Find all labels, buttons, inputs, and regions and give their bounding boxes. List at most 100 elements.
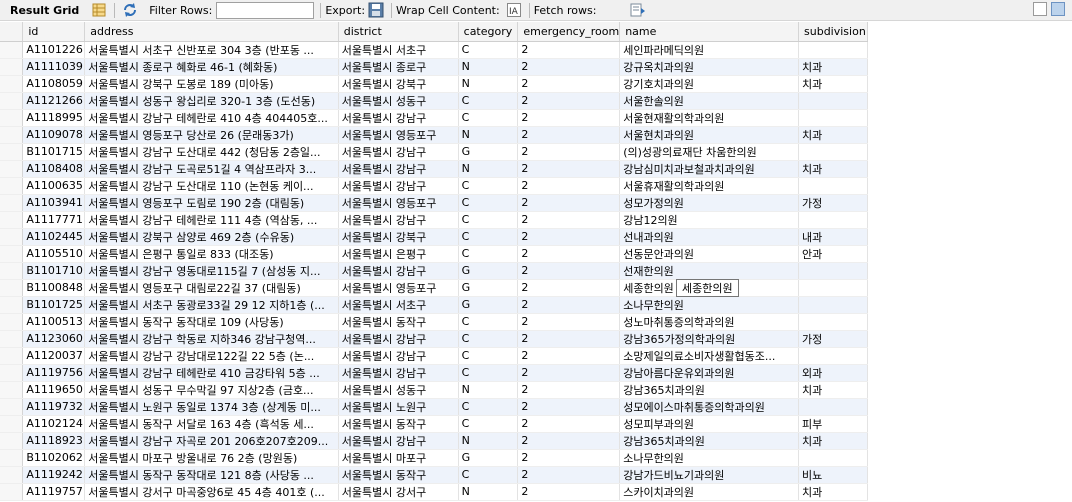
cell-category[interactable]: C bbox=[458, 194, 519, 212]
cell-district[interactable]: 서울특별시 강남구 bbox=[338, 211, 459, 229]
cell-address[interactable]: 서울특별시 동작구 동작대로 109 (사당동) bbox=[84, 313, 339, 331]
cell-emergency-room[interactable]: 2 bbox=[517, 245, 621, 263]
table-row[interactable]: A1119756 서울특별시 강남구 테헤란로 410 금강타워 5층 ... 서울… bbox=[0, 364, 868, 382]
cell-name[interactable]: 성노마취통증의학과의원 bbox=[619, 313, 800, 331]
cell-id[interactable]: A1123060 bbox=[22, 330, 86, 348]
cell-subdivision[interactable] bbox=[798, 296, 868, 314]
cell-emergency-room[interactable]: 2 bbox=[517, 313, 621, 331]
cell-address[interactable]: 서울특별시 강남구 학동로 지하346 강남구청역... bbox=[84, 330, 339, 348]
cell-id[interactable]: A1101226 bbox=[22, 41, 86, 59]
cell-address[interactable]: 서울특별시 동작구 서달로 163 4층 (흑석동 세... bbox=[84, 415, 339, 433]
cell-district[interactable]: 서울특별시 서초구 bbox=[338, 296, 459, 314]
cell-subdivision[interactable]: 가정 bbox=[798, 194, 868, 212]
cell-category[interactable]: N bbox=[458, 126, 519, 144]
refresh-icon[interactable] bbox=[122, 2, 138, 18]
row-selector[interactable] bbox=[0, 177, 24, 195]
cell-name[interactable]: 강남365치과의원 bbox=[619, 381, 800, 399]
cell-emergency-room[interactable]: 2 bbox=[517, 75, 621, 93]
cell-name[interactable]: 서울휴재활의학과의원 bbox=[619, 177, 800, 195]
row-selector[interactable] bbox=[0, 466, 24, 484]
cell-category[interactable]: C bbox=[458, 92, 519, 110]
cell-emergency-room[interactable]: 2 bbox=[517, 483, 621, 501]
cell-district[interactable]: 서울특별시 강북구 bbox=[338, 75, 459, 93]
cell-district[interactable]: 서울특별시 영등포구 bbox=[338, 279, 459, 297]
cell-subdivision[interactable]: 비뇨 bbox=[798, 466, 868, 484]
cell-address[interactable]: 서울특별시 성동구 왕십리로 320-1 3층 (도선동) bbox=[84, 92, 339, 110]
row-selector[interactable] bbox=[0, 347, 24, 365]
cell-address[interactable]: 서울특별시 영등포구 당산로 26 (문래동3가) bbox=[84, 126, 339, 144]
row-selector[interactable] bbox=[0, 262, 24, 280]
cell-district[interactable]: 서울특별시 동작구 bbox=[338, 313, 459, 331]
cell-id[interactable]: A1103941 bbox=[22, 194, 86, 212]
row-selector[interactable] bbox=[0, 313, 24, 331]
cell-name[interactable]: 서울한솔의원 bbox=[619, 92, 800, 110]
row-selector[interactable] bbox=[0, 126, 24, 144]
cell-address[interactable]: 서울특별시 강남구 테헤란로 410 4층 404405호... bbox=[84, 109, 339, 127]
cell-category[interactable]: C bbox=[458, 177, 519, 195]
cell-subdivision[interactable]: 가정 bbox=[798, 330, 868, 348]
table-row[interactable]: A1103941 서울특별시 영등포구 도림로 190 2층 (대림동) 서울특별시… bbox=[0, 194, 868, 212]
cell-name[interactable]: 성모피부과의원 bbox=[619, 415, 800, 433]
cell-id[interactable]: A1120037 bbox=[22, 347, 86, 365]
cell-subdivision[interactable]: 외과 bbox=[798, 364, 868, 382]
cell-district[interactable]: 서울특별시 동작구 bbox=[338, 466, 459, 484]
cell-address[interactable]: 서울특별시 노원구 동일로 1374 3층 (상계동 미... bbox=[84, 398, 339, 416]
table-row[interactable]: A1101226 서울특별시 서초구 신반포로 304 3층 (반포동 ... 서울… bbox=[0, 41, 868, 59]
table-row[interactable]: A1119732 서울특별시 노원구 동일로 1374 3층 (상계동 미... 서… bbox=[0, 398, 868, 416]
cell-emergency-room[interactable]: 2 bbox=[517, 143, 621, 161]
cell-district[interactable]: 서울특별시 노원구 bbox=[338, 398, 459, 416]
cell-district[interactable]: 서울특별시 강남구 bbox=[338, 330, 459, 348]
cell-address[interactable]: 서울특별시 서초구 신반포로 304 3층 (반포동 ... bbox=[84, 41, 339, 59]
row-selector[interactable] bbox=[0, 415, 24, 433]
cell-category[interactable]: C bbox=[458, 211, 519, 229]
cell-emergency-room[interactable]: 2 bbox=[517, 364, 621, 382]
cell-category[interactable]: N bbox=[458, 160, 519, 178]
cell-name[interactable]: 소나무한의원 bbox=[619, 449, 800, 467]
cell-address[interactable]: 서울특별시 종로구 혜화로 46-1 (혜화동) bbox=[84, 58, 339, 76]
table-row[interactable]: A1118995 서울특별시 강남구 테헤란로 410 4층 404405호...… bbox=[0, 109, 868, 127]
row-selector[interactable] bbox=[0, 432, 24, 450]
cell-subdivision[interactable] bbox=[798, 211, 868, 229]
cell-emergency-room[interactable]: 2 bbox=[517, 279, 621, 297]
cell-address[interactable]: 서울특별시 강서구 마곡중앙6로 45 4층 401호 (... bbox=[84, 483, 339, 501]
cell-name[interactable]: 강남12의원 bbox=[619, 211, 800, 229]
cell-name[interactable]: 강남365가정의학과의원 bbox=[619, 330, 800, 348]
cell-subdivision[interactable] bbox=[798, 279, 868, 297]
cell-name[interactable]: 성모에이스마취통증의학과의원 bbox=[619, 398, 800, 416]
cell-subdivision[interactable] bbox=[798, 92, 868, 110]
cell-address[interactable]: 서울특별시 강남구 강남대로122길 22 5층 (논... bbox=[84, 347, 339, 365]
cell-name[interactable]: 서울현치과의원 bbox=[619, 126, 800, 144]
column-header-subdivision[interactable]: subdivision bbox=[798, 22, 868, 42]
cell-emergency-room[interactable]: 2 bbox=[517, 449, 621, 467]
cell-id[interactable]: A1119732 bbox=[22, 398, 86, 416]
cell-district[interactable]: 서울특별시 강남구 bbox=[338, 160, 459, 178]
cell-address[interactable]: 서울특별시 강남구 도산대로 442 (청담동 2층일... bbox=[84, 143, 339, 161]
column-header-emergency-room[interactable]: emergency_room bbox=[517, 22, 621, 42]
cell-subdivision[interactable] bbox=[798, 313, 868, 331]
cell-district[interactable]: 서울특별시 성동구 bbox=[338, 381, 459, 399]
row-selector[interactable] bbox=[0, 58, 24, 76]
table-row[interactable]: A1102445 서울특별시 강북구 삼양로 469 2층 (수유동) 서울특별시 … bbox=[0, 228, 868, 246]
cell-name[interactable]: 성모가정의원 bbox=[619, 194, 800, 212]
column-header-name[interactable]: name bbox=[619, 22, 800, 42]
cell-category[interactable]: C bbox=[458, 41, 519, 59]
cell-subdivision[interactable] bbox=[798, 398, 868, 416]
cell-emergency-room[interactable]: 2 bbox=[517, 228, 621, 246]
cell-name[interactable]: 강남365치과의원 bbox=[619, 432, 800, 450]
row-selector[interactable] bbox=[0, 143, 24, 161]
cell-subdivision[interactable]: 치과 bbox=[798, 432, 868, 450]
cell-district[interactable]: 서울특별시 종로구 bbox=[338, 58, 459, 76]
table-row[interactable]: B1101725 서울특별시 서초구 동광로33길 29 12 지하1층 (...… bbox=[0, 296, 868, 314]
cell-address[interactable]: 서울특별시 강북구 도봉로 189 (미아동) bbox=[84, 75, 339, 93]
table-row[interactable]: A1102124 서울특별시 동작구 서달로 163 4층 (흑석동 세... 서울… bbox=[0, 415, 868, 433]
cell-address[interactable]: 서울특별시 강남구 테헤란로 410 금강타워 5층 ... bbox=[84, 364, 339, 382]
cell-category[interactable]: C bbox=[458, 415, 519, 433]
panel-toggle-button[interactable] bbox=[1033, 2, 1047, 16]
cell-category[interactable]: C bbox=[458, 109, 519, 127]
cell-category[interactable]: G bbox=[458, 143, 519, 161]
cell-emergency-room[interactable]: 2 bbox=[517, 41, 621, 59]
cell-id[interactable]: A1119756 bbox=[22, 364, 86, 382]
cell-category[interactable]: C bbox=[458, 364, 519, 382]
cell-id[interactable]: A1119650 bbox=[22, 381, 86, 399]
cell-address[interactable]: 서울특별시 강남구 영동대로115길 7 (삼성동 지... bbox=[84, 262, 339, 280]
